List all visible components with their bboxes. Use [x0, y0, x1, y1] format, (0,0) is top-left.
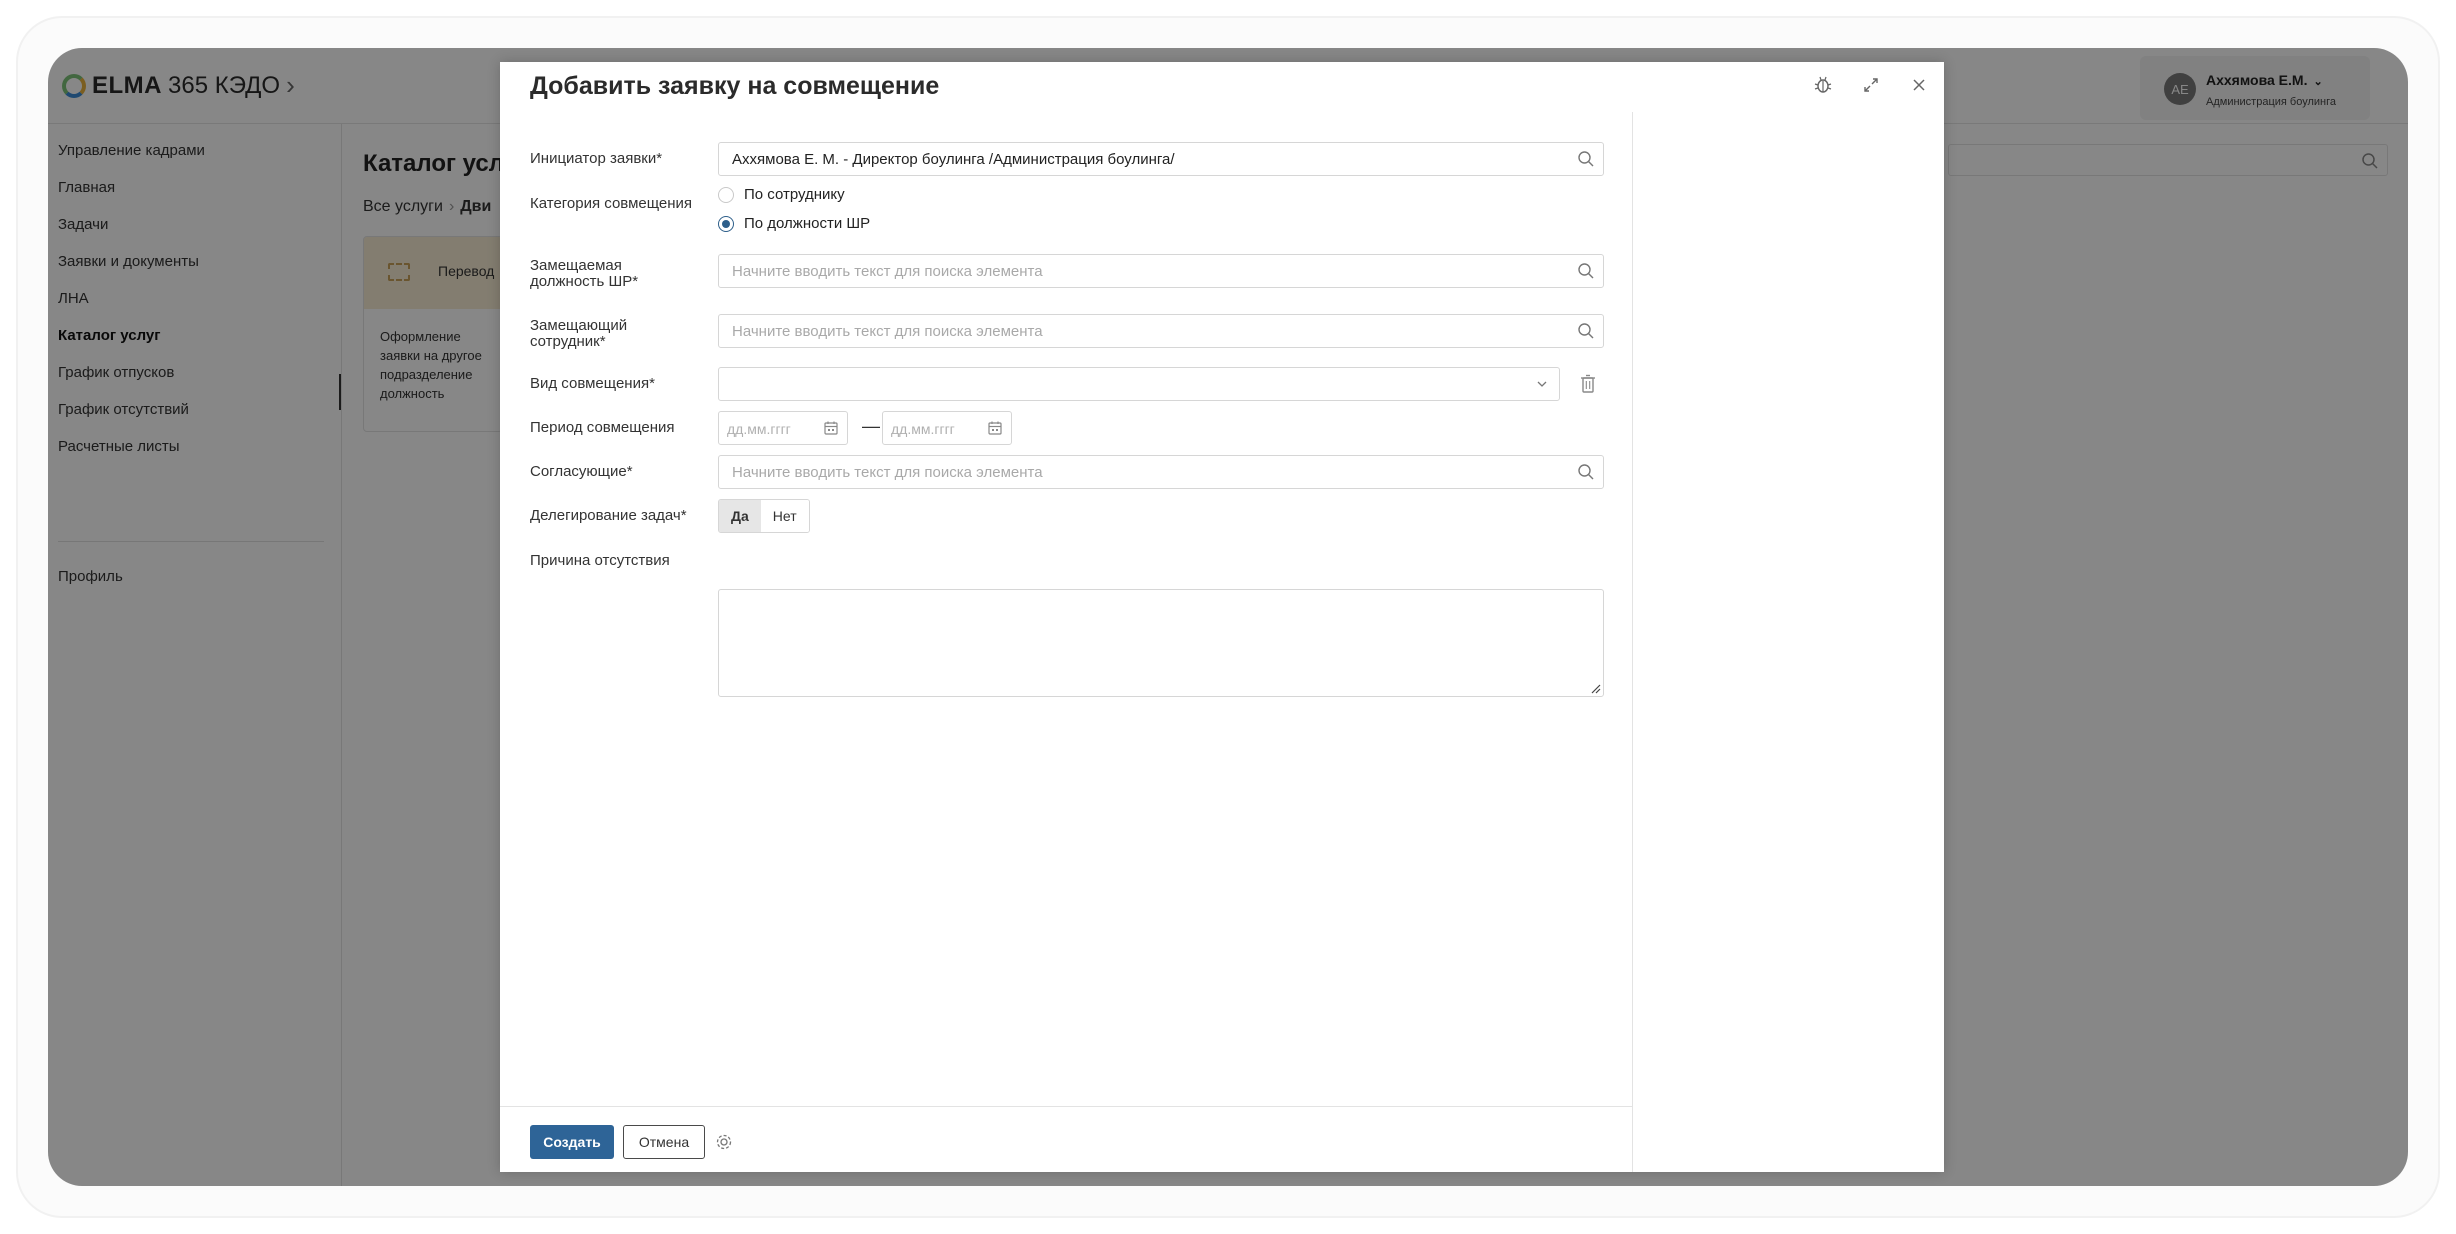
app-window: ELMA 365 КЭДО › АЕ Аххямова Е.М. ⌄ Админи…	[48, 48, 2408, 1186]
approvers-label: Согласующие*	[530, 463, 633, 480]
substitute-field[interactable]: Начните вводить текст для поиска элемент…	[718, 314, 1604, 348]
period-label: Период совмещения	[530, 419, 675, 436]
settings-button[interactable]	[714, 1132, 734, 1152]
cancel-button[interactable]: Отмена	[623, 1125, 705, 1159]
period-dash: —	[862, 416, 880, 436]
reason-textarea[interactable]	[718, 589, 1604, 697]
add-combination-request-dialog: Добавить заявку на совмещение Инициатор …	[500, 62, 1944, 1172]
category-label: Категория совмещения	[530, 195, 693, 212]
kind-select[interactable]	[718, 367, 1560, 401]
bug-icon	[1814, 76, 1832, 93]
calendar-icon[interactable]	[823, 420, 839, 436]
period-to-placeholder: дд.мм.гггг	[891, 421, 955, 437]
search-icon[interactable]	[1577, 262, 1595, 280]
expand-button[interactable]	[1858, 72, 1884, 98]
radio-position-label: По должности ШР	[744, 215, 871, 232]
approvers-placeholder: Начните вводить текст для поиска элемент…	[732, 464, 1043, 481]
substitute-placeholder: Начните вводить текст для поиска элемент…	[732, 323, 1043, 340]
initiator-label: Инициатор заявки*	[530, 150, 663, 167]
search-icon[interactable]	[1577, 463, 1595, 481]
delegation-toggle: Да Нет	[718, 499, 810, 533]
initiator-value: Аххямова Е. М. - Директор боулинга /Адми…	[732, 151, 1175, 168]
dialog-toolbar	[1810, 72, 1932, 98]
period-from-placeholder: дд.мм.гггг	[727, 421, 791, 437]
category-option-employee[interactable]: По сотруднику	[718, 186, 845, 203]
approvers-field[interactable]: Начните вводить текст для поиска элемент…	[718, 455, 1604, 489]
period-to-input[interactable]: дд.мм.гггг	[882, 411, 1012, 445]
substitute-label: Замещающий сотрудник*	[530, 317, 628, 350]
delete-kind-button[interactable]	[1578, 373, 1600, 395]
dialog-title: Добавить заявку на совмещение	[530, 72, 940, 100]
radio-employee[interactable]	[718, 186, 734, 203]
chevron-down-icon	[1537, 381, 1547, 387]
resize-handle-icon[interactable]	[1589, 682, 1601, 694]
search-icon[interactable]	[1577, 150, 1595, 168]
delegation-label: Делегирование задач*	[530, 507, 687, 524]
position-label: Замещаемая должность ШР*	[530, 257, 639, 290]
gear-icon	[716, 1134, 732, 1150]
trash-icon	[1581, 374, 1595, 393]
position-field[interactable]: Начните вводить текст для поиска элемент…	[718, 254, 1604, 288]
position-placeholder: Начните вводить текст для поиска элемент…	[732, 263, 1043, 280]
close-button[interactable]	[1906, 72, 1932, 98]
calendar-icon[interactable]	[987, 420, 1003, 436]
dialog-footer-divider	[500, 1106, 1632, 1107]
radio-employee-label: По сотруднику	[744, 186, 845, 203]
radio-position[interactable]	[718, 215, 734, 232]
dialog-side-divider	[1632, 112, 1633, 1172]
search-icon[interactable]	[1577, 322, 1595, 340]
expand-icon	[1864, 78, 1878, 92]
category-option-position[interactable]: По должности ШР	[718, 215, 870, 232]
delegation-yes-option[interactable]: Да	[719, 500, 761, 532]
period-from-input[interactable]: дд.мм.гггг	[718, 411, 848, 445]
delegation-no-option[interactable]: Нет	[760, 500, 809, 532]
initiator-field[interactable]: Аххямова Е. М. - Директор боулинга /Адми…	[718, 142, 1604, 176]
reason-label: Причина отсутствия	[530, 552, 670, 569]
close-icon	[1913, 79, 1925, 91]
kind-label: Вид совмещения*	[530, 375, 655, 392]
create-button[interactable]: Создать	[530, 1125, 614, 1159]
bug-report-button[interactable]	[1810, 72, 1836, 98]
